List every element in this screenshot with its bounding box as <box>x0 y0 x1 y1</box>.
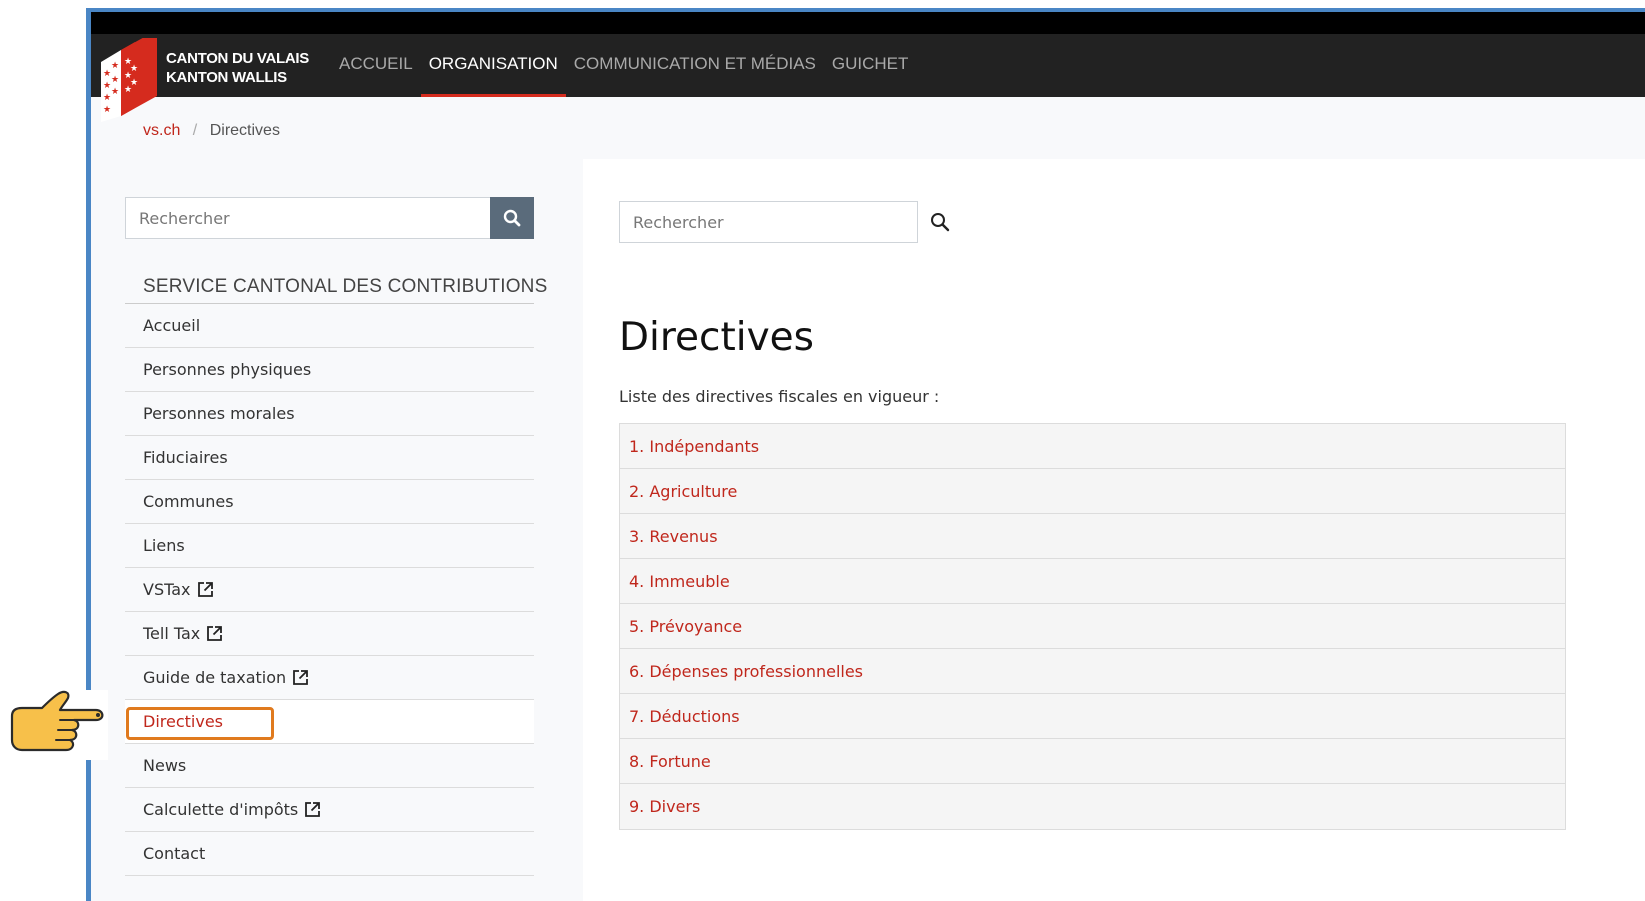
svg-text:★: ★ <box>130 64 138 74</box>
sidebar-item-personnes-morales[interactable]: Personnes morales <box>125 392 534 436</box>
directive-link-3[interactable]: 3. Revenus <box>620 514 1565 559</box>
svg-text:★: ★ <box>111 75 119 85</box>
svg-text:★: ★ <box>103 81 111 91</box>
nav-accueil[interactable]: ACCUEIL <box>331 34 421 97</box>
brand-name[interactable]: CANTON DU VALAIS KANTON WALLIS <box>166 49 309 87</box>
sidebar-item-label: News <box>143 756 187 775</box>
sidebar-item-label: Personnes morales <box>143 404 295 423</box>
browser-page: ★ ★ ★ ★ ★ ★ ★ ★ ★ ★ ★ ★ CANTON DU VALAIS KANTON … <box>86 8 1645 901</box>
sidebar-search-input[interactable] <box>125 197 490 239</box>
sidebar-item-label: Liens <box>143 536 185 555</box>
directive-link-1[interactable]: 1. Indépendants <box>620 424 1565 469</box>
external-link-icon <box>206 625 223 642</box>
pointing-hand-icon <box>8 690 108 760</box>
sidebar-item-label: Fiduciaires <box>143 448 228 467</box>
sidebar-item-accueil[interactable]: Accueil <box>125 304 534 348</box>
svg-text:★: ★ <box>103 105 111 115</box>
sidebar-item-label: Accueil <box>143 316 201 335</box>
breadcrumb-current: Directives <box>209 122 280 139</box>
search-icon[interactable] <box>930 212 950 232</box>
svg-text:★: ★ <box>111 61 119 71</box>
nav-links: ACCUEIL ORGANISATION COMMUNICATION ET MÉ… <box>331 34 916 97</box>
external-link-icon <box>304 801 321 818</box>
top-strip <box>91 12 1645 34</box>
sidebar-item-label: VSTax <box>143 580 191 599</box>
sidebar-item-communes[interactable]: Communes <box>125 480 534 524</box>
sidebar-section-title: SERVICE CANTONAL DES CONTRIBUTIONS <box>143 276 548 297</box>
intro-text: Liste des directives fiscales en vigueur… <box>619 387 940 406</box>
sidebar-search-button[interactable] <box>490 197 534 239</box>
sidebar-item-news[interactable]: News <box>125 744 534 788</box>
directive-link-8[interactable]: 8. Fortune <box>620 739 1565 784</box>
main-content: Directives Liste des directives fiscales… <box>583 159 1645 901</box>
content-search-input[interactable] <box>619 201 918 243</box>
sidebar-item-liens[interactable]: Liens <box>125 524 534 568</box>
sidebar-item-guide-de-taxation[interactable]: Guide de taxation <box>125 656 534 700</box>
directive-link-6[interactable]: 6. Dépenses professionnelles <box>620 649 1565 694</box>
main-navbar: ★ ★ ★ ★ ★ ★ ★ ★ ★ ★ ★ ★ CANTON DU VALAIS KANTON … <box>91 30 1645 122</box>
sidebar-item-label: Personnes physiques <box>143 360 312 379</box>
sidebar-item-label: Communes <box>143 492 234 511</box>
sidebar-item-label: Tell Tax <box>143 624 201 643</box>
breadcrumb-separator: / <box>192 122 198 139</box>
sidebar-item-label: Guide de taxation <box>143 668 287 687</box>
directive-link-4[interactable]: 4. Immeuble <box>620 559 1565 604</box>
nav-guichet[interactable]: GUICHET <box>824 34 917 97</box>
sidebar-item-vstax[interactable]: VSTax <box>125 568 534 612</box>
valais-flag-logo[interactable]: ★ ★ ★ ★ ★ ★ ★ ★ ★ ★ ★ ★ <box>99 30 159 128</box>
external-link-icon <box>197 581 214 598</box>
sidebar-item-directives[interactable]: Directives <box>125 700 534 744</box>
sidebar-item-label: Contact <box>143 844 206 863</box>
sidebar-item-fiduciaires[interactable]: Fiduciaires <box>125 436 534 480</box>
sidebar-search <box>125 197 534 239</box>
nav-organisation[interactable]: ORGANISATION <box>420 34 566 97</box>
brand-line-1: CANTON DU VALAIS <box>166 50 309 67</box>
external-link-icon <box>292 669 309 686</box>
directive-link-7[interactable]: 7. Déductions <box>620 694 1565 739</box>
svg-text:★: ★ <box>130 78 138 88</box>
sidebar-menu: Accueil Personnes physiques Personnes mora… <box>125 304 534 876</box>
directive-list: 1. Indépendants 2. Agriculture 3. Revenus 4… <box>619 423 1566 830</box>
sidebar-item-label: Directives <box>143 712 223 731</box>
search-icon <box>503 209 521 227</box>
directive-link-5[interactable]: 5. Prévoyance <box>620 604 1565 649</box>
brand-line-2: KANTON WALLIS <box>166 69 287 86</box>
svg-text:★: ★ <box>111 87 119 97</box>
breadcrumb: vs.ch / Directives <box>143 122 280 140</box>
sidebar-item-tell-tax[interactable]: Tell Tax <box>125 612 534 656</box>
sidebar-item-contact[interactable]: Contact <box>125 832 534 876</box>
directive-link-9[interactable]: 9. Divers <box>620 784 1565 829</box>
sidebar-item-calculette-d-impots[interactable]: Calculette d'impôts <box>125 788 534 832</box>
sidebar-item-label: Calculette d'impôts <box>143 800 299 819</box>
svg-text:★: ★ <box>103 69 111 79</box>
sidebar-item-personnes-physiques[interactable]: Personnes physiques <box>125 348 534 392</box>
nav-communication-medias[interactable]: COMMUNICATION ET MÉDIAS <box>566 34 824 97</box>
svg-text:★: ★ <box>103 93 111 103</box>
breadcrumb-home-link[interactable]: vs.ch <box>143 122 180 139</box>
page-title: Directives <box>619 315 814 360</box>
directive-link-2[interactable]: 2. Agriculture <box>620 469 1565 514</box>
